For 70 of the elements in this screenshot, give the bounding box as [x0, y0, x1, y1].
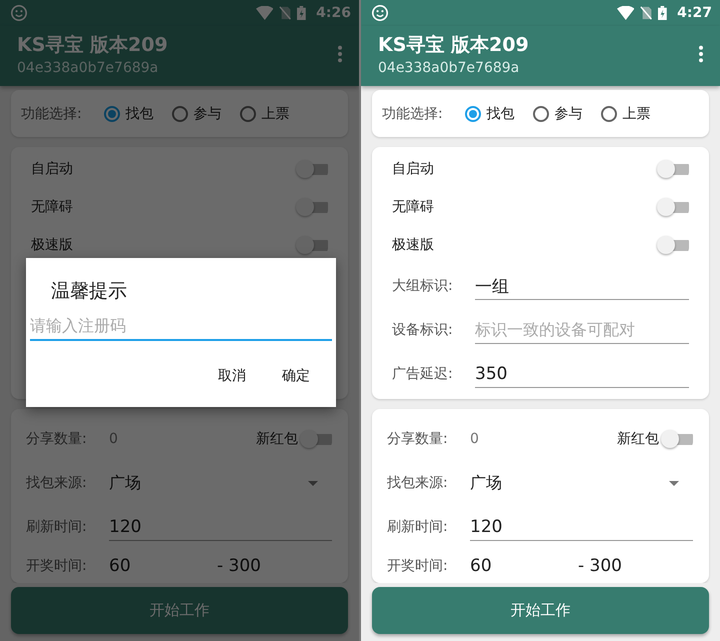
smiley-icon	[10, 4, 28, 22]
toggle-switch[interactable]	[300, 430, 332, 448]
dialog-button[interactable]: 取消	[204, 359, 260, 393]
toggle-label: 无障碍	[31, 198, 73, 216]
toggle-switch[interactable]	[296, 198, 328, 216]
time-from[interactable]: 60	[109, 556, 217, 576]
toggle-switch[interactable]	[296, 236, 328, 254]
toggle-label: 自启动	[31, 160, 73, 178]
more-menu-icon[interactable]	[337, 45, 343, 63]
wifi-icon	[616, 6, 634, 20]
radio-option[interactable]: 上票	[600, 104, 651, 122]
field-label: 刷新时间:	[387, 518, 449, 536]
more-menu-icon[interactable]	[698, 45, 704, 63]
toggle-switch[interactable]	[661, 430, 693, 448]
source-dropdown[interactable]: 广场	[470, 472, 693, 494]
field-label: 刷新时间:	[26, 518, 88, 536]
wifi-icon	[256, 6, 274, 20]
toggle-label: 极速版	[31, 236, 73, 254]
dialog-button[interactable]: 确定	[268, 359, 324, 393]
app-title: KS寻宝 版本209	[17, 33, 169, 58]
field-label: 功能选择:	[21, 104, 82, 122]
no-sim-icon	[279, 6, 292, 20]
field-label: 找包来源:	[387, 474, 449, 492]
share-count: 0	[470, 431, 479, 447]
radio-option[interactable]: 参与	[172, 104, 222, 122]
clock-time: 4:27	[677, 5, 712, 21]
device-id: 04e338a0b7e7689a	[17, 60, 160, 76]
device-id: 04e338a0b7e7689a	[378, 60, 520, 76]
caret-icon	[308, 480, 318, 486]
dialog-title: 温馨提示	[51, 279, 128, 304]
battery-charging-icon	[658, 6, 668, 20]
toggle-switch[interactable]	[296, 160, 328, 178]
input-field[interactable]: 350	[475, 360, 689, 388]
radio-option[interactable]: 参与	[532, 104, 583, 122]
time-from[interactable]: 60	[470, 556, 578, 576]
start-button[interactable]: 开始工作	[372, 587, 709, 634]
field-label: 功能选择:	[382, 104, 443, 122]
time-to[interactable]: - 300	[217, 556, 325, 576]
no-sim-icon	[640, 6, 652, 20]
caret-icon	[669, 480, 679, 486]
toggle-label: 新红包	[256, 430, 298, 448]
smiley-icon	[371, 4, 389, 22]
battery-charging-icon	[297, 6, 306, 20]
app-title: KS寻宝 版本209	[378, 33, 530, 58]
toggle-switch[interactable]	[657, 160, 689, 178]
clock-time: 4:26	[316, 5, 351, 21]
field-label: 分享数量:	[387, 430, 449, 448]
field-label: 开奖时间:	[387, 557, 449, 575]
field-label: 分享数量:	[26, 430, 88, 448]
field-label: 广告延迟:	[392, 365, 454, 383]
field-label: 开奖时间:	[26, 557, 88, 575]
input-field[interactable]: 120	[109, 513, 332, 541]
toggle-label: 自启动	[392, 160, 434, 178]
share-count: 0	[109, 431, 118, 447]
toggle-label: 极速版	[392, 236, 434, 254]
toggle-label: 无障碍	[392, 198, 434, 216]
radio-option[interactable]: 找包	[104, 104, 154, 122]
time-to[interactable]: - 300	[578, 556, 686, 576]
input-field[interactable]: 一组	[475, 272, 689, 300]
field-label: 设备标识:	[392, 321, 454, 339]
source-dropdown[interactable]: 广场	[109, 472, 332, 494]
input-field[interactable]: 120	[470, 513, 693, 541]
radio-option[interactable]: 上票	[240, 104, 290, 122]
input-field[interactable]: 标识一致的设备可配对	[475, 316, 689, 344]
field-label: 找包来源:	[26, 474, 88, 492]
radio-option[interactable]: 找包	[464, 104, 515, 122]
toggle-switch[interactable]	[657, 198, 689, 216]
field-label: 大组标识:	[392, 277, 454, 295]
toggle-label: 新红包	[617, 430, 659, 448]
toggle-switch[interactable]	[657, 236, 689, 254]
